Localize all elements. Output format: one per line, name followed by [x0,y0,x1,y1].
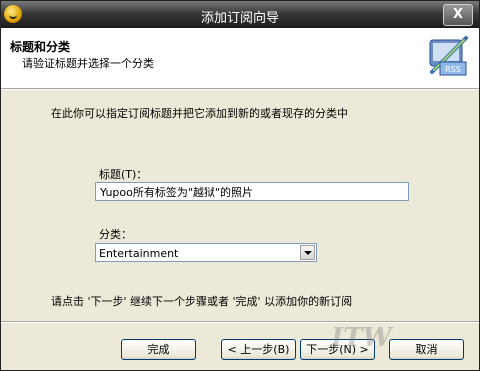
cancel-button[interactable]: 取消 [389,339,464,360]
header-subtitle: 请验证标题并选择一个分类 [22,57,154,70]
window-title: 添加订阅向导 [200,11,279,26]
next-button[interactable]: 下一步(N) > [300,339,375,360]
category-selected-value: Entertainment [99,247,179,260]
category-dropdown[interactable]: Entertainment [95,243,317,262]
intro-text: 在此你可以指定订阅标题并把它添加到新的或者现存的分类中 [51,107,348,120]
title-field-label: 标题(T)： [99,168,148,181]
rss-feed-icon: RSS [429,36,468,76]
close-button[interactable]: X [443,4,473,26]
title-bar[interactable]: 添加订阅向导 X [1,1,479,28]
title-input[interactable] [95,182,409,201]
chevron-down-icon[interactable] [300,245,315,260]
footer-divider [1,321,479,323]
header-divider [1,89,479,90]
finish-button[interactable]: 完成 [121,339,196,360]
wizard-header: 标题和分类 请验证标题并选择一个分类 RSS [1,28,479,89]
header-title: 标题和分类 [10,40,71,54]
category-field-label: 分类： [99,228,132,241]
back-button[interactable]: < 上一步(B) [221,339,296,360]
hint-text: 请点击 '下一步' 继续下一个步骤或者 '完成' 以添加你的新订阅 [51,295,353,308]
wizard-window: 添加订阅向导 X 标题和分类 请验证标题并选择一个分类 RSS 在此你可以指定订… [0,0,480,371]
rss-logo-text: RSS [445,65,461,74]
